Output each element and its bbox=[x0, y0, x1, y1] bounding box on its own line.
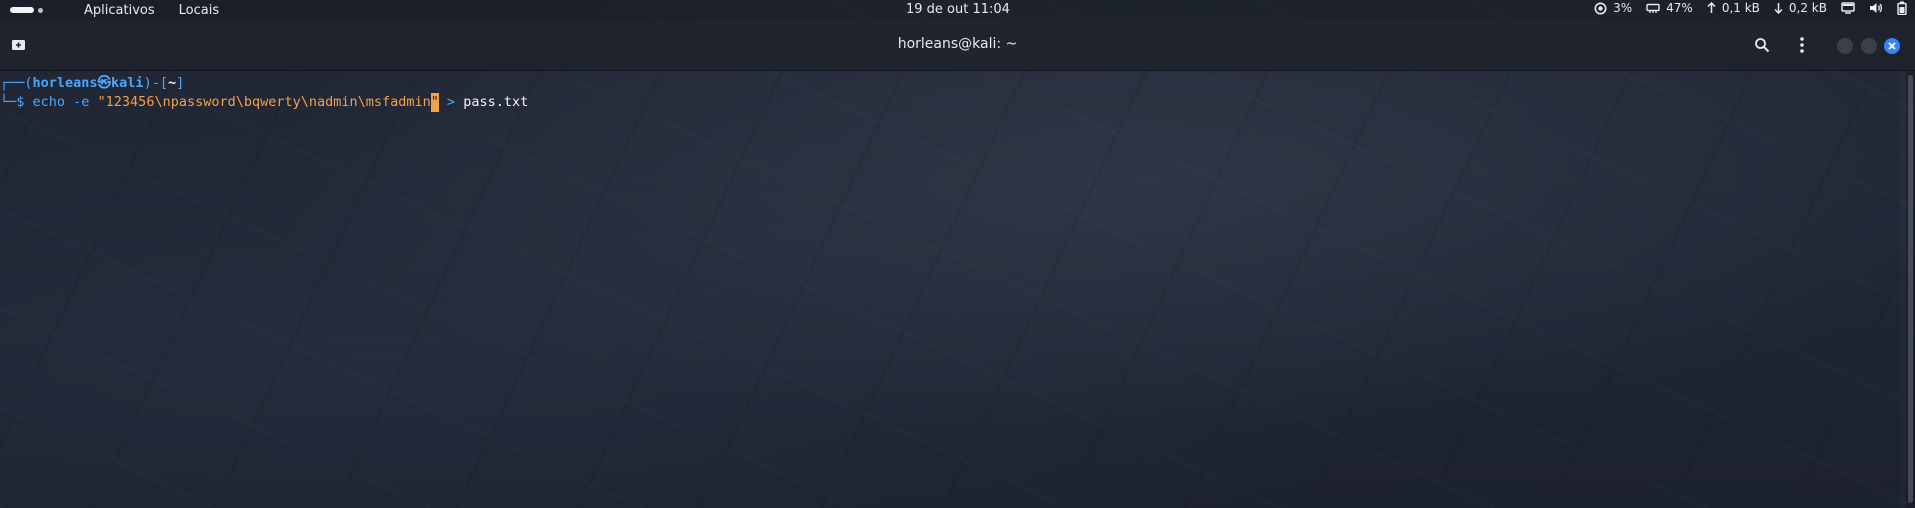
prompt-symbol: └─$ bbox=[0, 94, 33, 110]
scrollbar-thumb[interactable] bbox=[1908, 75, 1913, 503]
window-title: horleans@kali: ~ bbox=[897, 36, 1018, 52]
close-button[interactable] bbox=[1884, 38, 1900, 54]
apps-menu[interactable]: Aplicativos bbox=[84, 3, 155, 18]
cpu-indicator[interactable]: 3% bbox=[1594, 1, 1632, 15]
terminal-headerbar: horleans@kali: ~ bbox=[0, 20, 1915, 71]
arrow-up-icon bbox=[1707, 2, 1716, 14]
prompt-directory: ~ bbox=[167, 75, 177, 91]
upload-indicator[interactable]: 0,1 kB bbox=[1707, 1, 1760, 15]
memory-icon bbox=[1646, 3, 1660, 14]
memory-value: 47% bbox=[1666, 1, 1693, 15]
prompt-frame-open: ┌──( bbox=[0, 75, 33, 91]
places-menu[interactable]: Locais bbox=[179, 3, 219, 18]
prompt-frame-mid: )-[ bbox=[143, 75, 168, 91]
terminal-output[interactable]: ┌──(horleans㉿kali)-[~] └─$ echo -e "1234… bbox=[0, 71, 1900, 508]
prompt-user-host: horleans㉿kali bbox=[32, 75, 144, 91]
text-cursor: " bbox=[430, 93, 439, 112]
command-string: "123456\npassword\bqwerty\nadmin\msfadmi… bbox=[97, 94, 431, 110]
workspace-active-indicator bbox=[10, 7, 34, 13]
maximize-button[interactable] bbox=[1861, 38, 1877, 54]
top-panel: Aplicativos Locais 19 de out 11:04 3% 47… bbox=[0, 0, 1915, 20]
kebab-menu-icon[interactable] bbox=[1799, 36, 1805, 58]
download-indicator[interactable]: 0,2 kB bbox=[1774, 1, 1827, 15]
volume-icon[interactable] bbox=[1869, 2, 1883, 14]
upload-value: 0,1 kB bbox=[1721, 1, 1760, 15]
download-value: 0,2 kB bbox=[1788, 1, 1827, 15]
arrow-down-icon bbox=[1774, 2, 1783, 14]
command-name: echo bbox=[32, 94, 66, 110]
cpu-value: 3% bbox=[1613, 1, 1633, 15]
command-line: └─$ echo -e "123456\npassword\bqwerty\na… bbox=[0, 93, 528, 112]
terminal-window: horleans@kali: ~ ┌──(horleans㉿kali)-[~] … bbox=[0, 20, 1915, 508]
desktop: Aplicativos Locais 19 de out 11:04 3% 47… bbox=[0, 0, 1915, 508]
workspace-indicator bbox=[38, 7, 43, 13]
minimize-button[interactable] bbox=[1837, 38, 1853, 54]
redirect-target: pass.txt bbox=[463, 94, 529, 110]
close-icon bbox=[1888, 42, 1896, 50]
scrollbar[interactable] bbox=[1906, 71, 1915, 508]
command-flag: -e bbox=[65, 94, 98, 110]
battery-icon[interactable] bbox=[1897, 1, 1907, 15]
prompt-frame-close: ] bbox=[176, 75, 185, 91]
clock[interactable]: 19 de out 11:04 bbox=[906, 2, 1010, 17]
display-icon[interactable] bbox=[1841, 2, 1855, 14]
redirect-operator: > bbox=[438, 94, 464, 110]
cpu-icon bbox=[1594, 2, 1607, 15]
search-icon[interactable] bbox=[1754, 37, 1770, 57]
memory-indicator[interactable]: 47% bbox=[1646, 1, 1693, 15]
prompt-line: ┌──(horleans㉿kali)-[~] bbox=[0, 74, 184, 93]
system-tray: 3% 47% 0,1 kB 0,2 kB bbox=[1594, 1, 1907, 15]
activities-button[interactable] bbox=[10, 7, 60, 13]
